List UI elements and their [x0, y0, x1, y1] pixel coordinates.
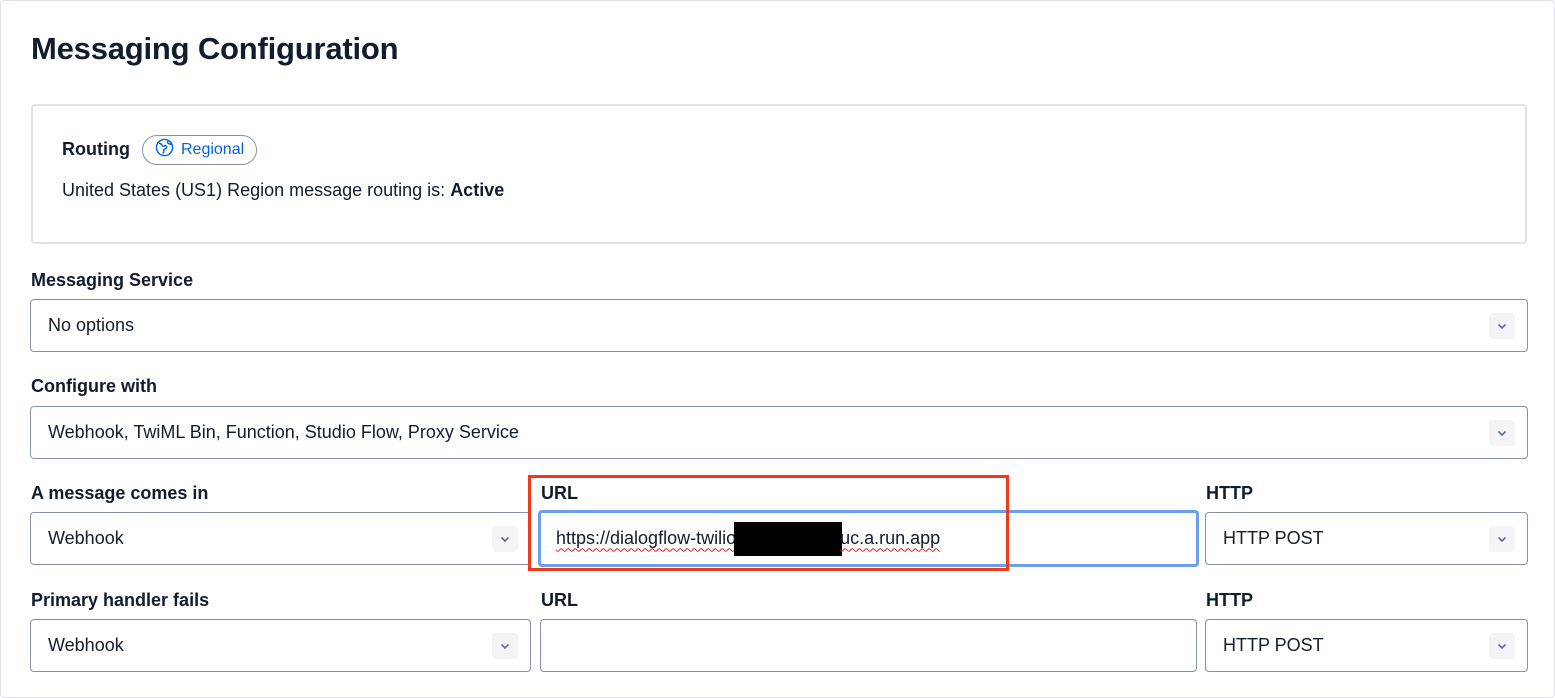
routing-status-prefix: United States (US1) Region message routi… — [62, 180, 451, 200]
chevron-down-icon — [1489, 633, 1515, 659]
message-comes-in-label: A message comes in — [31, 483, 209, 503]
fallback-http-value: HTTP POST — [1223, 635, 1324, 655]
routing-card: Routing Regional United States (US1) Reg… — [31, 104, 1527, 244]
fallback-http-select[interactable]: HTTP POST — [1205, 619, 1528, 672]
page-title: Messaging Configuration — [31, 31, 399, 66]
configure-with-value: Webhook, TwiML Bin, Function, Studio Flo… — [48, 422, 519, 442]
message-comes-in-http-select[interactable]: HTTP POST — [1205, 512, 1528, 565]
routing-status-value: Active — [450, 180, 505, 200]
chevron-down-icon — [1489, 313, 1515, 339]
fallback-url-input[interactable] — [540, 619, 1197, 672]
messaging-service-label: Messaging Service — [31, 270, 194, 290]
url-highlight-annotation — [528, 475, 1009, 571]
chevron-down-icon — [1489, 420, 1515, 446]
message-comes-in-handler-value: Webhook — [48, 528, 124, 548]
routing-status-text: United States (US1) Region message routi… — [62, 180, 504, 201]
message-comes-in-http-value: HTTP POST — [1223, 528, 1324, 548]
primary-handler-fails-value: Webhook — [48, 635, 124, 655]
messaging-configuration-panel: Messaging Configuration Routing Regional… — [0, 0, 1555, 698]
messaging-service-value: No options — [48, 315, 135, 335]
chevron-down-icon — [492, 526, 518, 552]
fallback-url-label: URL — [541, 590, 578, 610]
configure-with-select[interactable]: Webhook, TwiML Bin, Function, Studio Flo… — [30, 406, 1528, 459]
chevron-down-icon — [1489, 526, 1515, 552]
configure-with-label: Configure with — [31, 376, 157, 396]
regional-badge: Regional — [142, 135, 258, 165]
message-comes-in-http-label: HTTP — [1206, 483, 1253, 503]
message-comes-in-handler-select[interactable]: Webhook — [30, 512, 531, 565]
regional-badge-label: Regional — [181, 141, 245, 158]
fallback-http-label: HTTP — [1206, 590, 1253, 610]
chevron-down-icon — [492, 633, 518, 659]
routing-label: Routing — [62, 139, 130, 159]
primary-handler-fails-label: Primary handler fails — [31, 590, 210, 610]
messaging-service-select[interactable]: No options — [30, 299, 1528, 352]
primary-handler-fails-select[interactable]: Webhook — [30, 619, 531, 672]
globe-icon — [155, 138, 174, 162]
